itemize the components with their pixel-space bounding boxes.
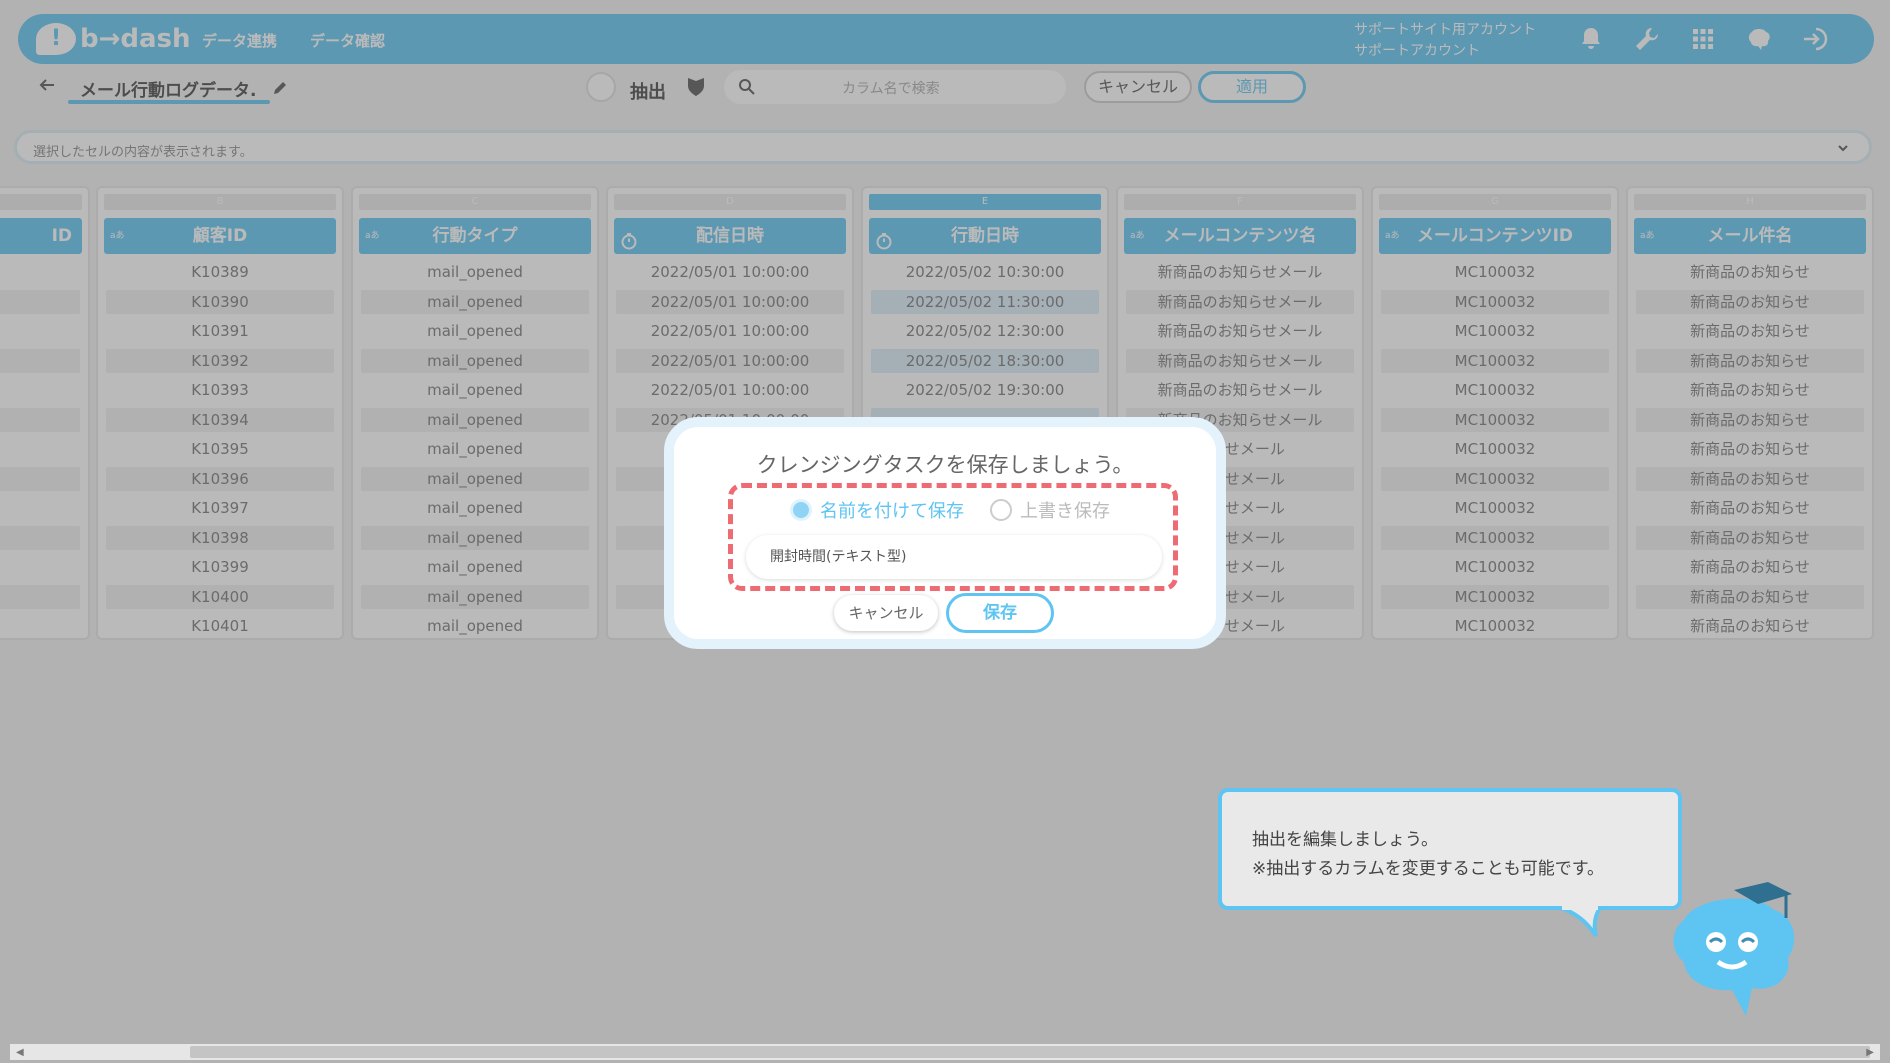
dialog-title: クレンジングタスクを保存しましょう。	[756, 453, 1134, 477]
radio-overwrite[interactable]: 上書き保存	[990, 497, 1110, 523]
radio-selected-icon	[790, 499, 812, 521]
radio-overwrite-label: 上書き保存	[1020, 501, 1110, 522]
hint-text: 抽出を編集しましょう。 ※抽出するカラムを変更することも可能です。	[1252, 826, 1604, 884]
radio-save-as-new-label: 名前を付けて保存	[820, 501, 964, 522]
horizontal-scrollbar[interactable]: ◀ ▶	[10, 1044, 1880, 1060]
radio-unselected-icon	[990, 499, 1012, 521]
save-task-dialog: クレンジングタスクを保存しましょう。 名前を付けて保存 上書き保存 開封時間(テ…	[664, 417, 1226, 649]
task-name-field[interactable]: 開封時間(テキスト型)	[746, 535, 1162, 579]
mascot-brain-icon	[1673, 882, 1795, 1016]
hint-bubble-tail	[1560, 906, 1602, 938]
scrollbar-thumb[interactable]	[190, 1046, 1870, 1058]
scroll-right-icon[interactable]: ▶	[1866, 1047, 1874, 1058]
scroll-left-icon[interactable]: ◀	[16, 1047, 24, 1058]
hint-bubble: 抽出を編集しましょう。 ※抽出するカラムを変更することも可能です。	[1218, 788, 1682, 910]
radio-save-as-new[interactable]: 名前を付けて保存	[790, 497, 964, 523]
dialog-save-button[interactable]: 保存	[946, 593, 1054, 633]
dialog-cancel-button[interactable]: キャンセル	[834, 595, 938, 631]
hint-line-2: ※抽出するカラムを変更することも可能です。	[1252, 859, 1605, 879]
hint-line-1: 抽出を編集しましょう。	[1252, 830, 1438, 850]
